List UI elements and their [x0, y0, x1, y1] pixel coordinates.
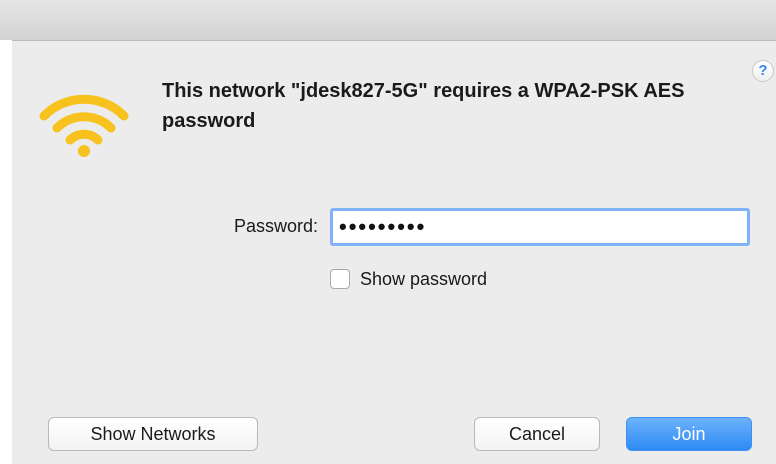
title-bar[interactable]: [0, 0, 776, 41]
dialog-heading: This network "jdesk827-5G" requires a WP…: [162, 80, 685, 132]
show-password-toggle[interactable]: Show password: [330, 266, 487, 292]
window-edge: [0, 40, 12, 464]
password-field[interactable]: •••••••••: [330, 208, 750, 246]
password-label: Password:: [233, 216, 318, 236]
wifi-password-dialog: ? This network "jdesk827-5G" requires a …: [0, 0, 776, 464]
help-button[interactable]: ?: [752, 60, 774, 82]
show-password-label: Show password: [360, 268, 488, 289]
join-button[interactable]: Join: [626, 417, 752, 451]
cancel-button[interactable]: Cancel: [474, 417, 600, 451]
show-networks-button[interactable]: Show Networks: [48, 417, 258, 451]
show-password-checkbox[interactable]: [330, 269, 350, 289]
wifi-icon: [39, 94, 129, 157]
